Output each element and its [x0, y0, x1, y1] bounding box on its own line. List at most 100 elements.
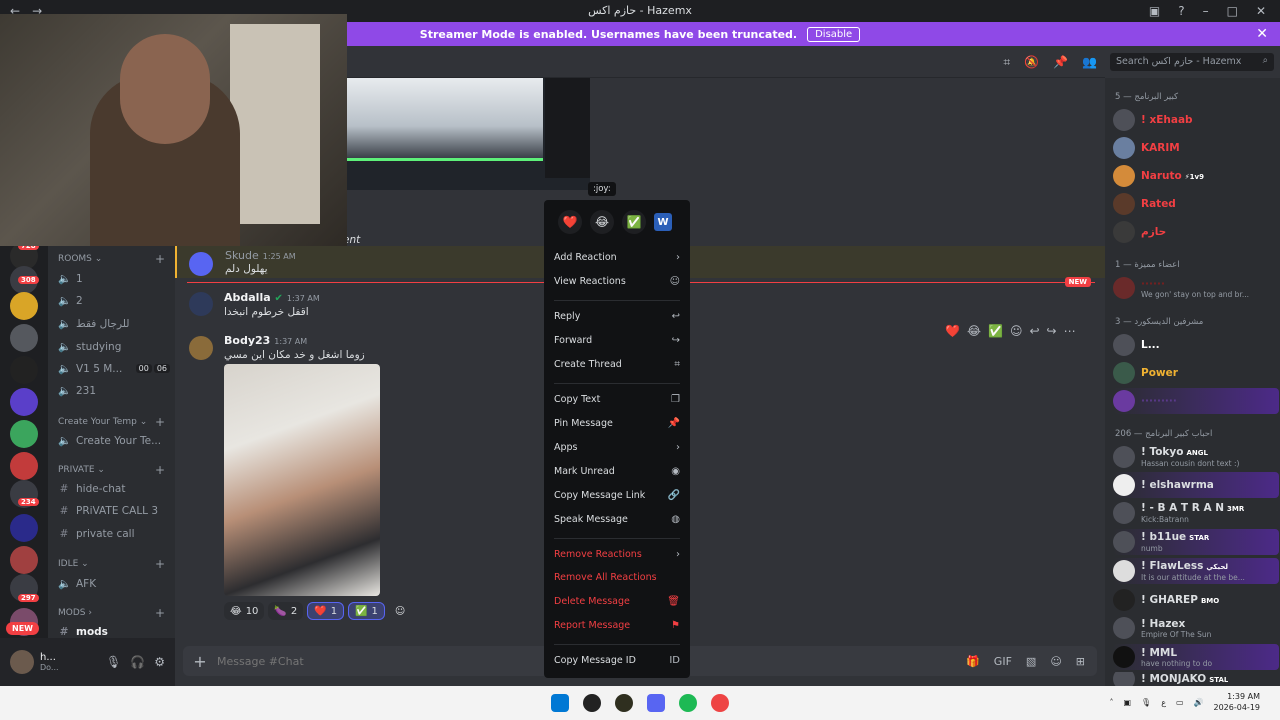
network-icon[interactable]: ▭ — [1176, 698, 1184, 707]
menu-view-reactions[interactable]: View Reactions ☺ — [554, 276, 680, 287]
app-icon[interactable] — [615, 694, 633, 712]
server-icon[interactable] — [10, 452, 38, 480]
voice-channel[interactable]: 🔈 1 — [58, 272, 170, 286]
avatar[interactable] — [10, 650, 34, 674]
chrome-app-icon[interactable] — [711, 694, 729, 712]
menu-report-message[interactable]: Report Message ⚑ — [554, 620, 680, 631]
start-menu-icon[interactable] — [551, 694, 569, 712]
add-channel-icon[interactable]: + — [155, 606, 165, 620]
member-item[interactable]: KARIM — [1113, 135, 1279, 161]
spotify-app-icon[interactable] — [679, 694, 697, 712]
mic-tray-icon[interactable]: 🎙 — [1141, 698, 1151, 707]
gif-icon[interactable]: GIF — [994, 655, 1012, 668]
more-options-icon[interactable]: ⋯ — [1064, 324, 1076, 338]
server-icon[interactable] — [10, 292, 38, 320]
language-icon[interactable]: ع — [1161, 698, 1166, 707]
settings-gear-icon[interactable]: ⚙ — [154, 655, 165, 669]
upload-plus-icon[interactable]: + — [183, 652, 217, 671]
member-item[interactable]: حازم — [1113, 219, 1279, 245]
avatar[interactable] — [189, 336, 213, 360]
obs-app-icon[interactable] — [583, 694, 601, 712]
menu-copy-message-id[interactable]: Copy Message ID ID — [554, 655, 680, 666]
emoji-icon[interactable]: ☺ — [1050, 655, 1061, 668]
menu-create-thread[interactable]: Create Thread ⌗ — [554, 359, 680, 370]
member-item[interactable]: ······ We gon' stay on top and br... — [1113, 275, 1279, 301]
gift-icon[interactable]: 🎁 — [966, 655, 980, 668]
pinned-messages-icon[interactable]: 📌 — [1053, 55, 1068, 70]
voice-channel[interactable]: 🔈 studying — [58, 340, 170, 354]
menu-mark-unread[interactable]: Mark Unread ◉ — [554, 466, 680, 477]
member-item[interactable]: ! FlawLess لحبكي It is our attitude at the… — [1113, 558, 1279, 584]
volume-icon[interactable]: 🔊 — [1194, 698, 1204, 707]
menu-remove-all-reactions[interactable]: Remove All Reactions — [554, 572, 680, 583]
category-temp[interactable]: Create Your Temp ⌄ — [58, 417, 147, 427]
member-item[interactable]: ! Hazex Empire Of The Sun — [1113, 615, 1279, 641]
apps-icon[interactable]: ⊞ — [1076, 655, 1085, 668]
clock[interactable]: 1:39 AM 2026-04-19 — [1214, 691, 1261, 713]
menu-reply[interactable]: Reply ↩ — [554, 311, 680, 322]
member-item[interactable]: ! MONJAKO STAL — [1113, 672, 1279, 686]
microphone-icon[interactable]: 🎙 — [106, 655, 121, 669]
member-item[interactable]: ! MML have nothing to do — [1113, 644, 1279, 670]
voice-channel[interactable]: 🔈 2 — [58, 294, 170, 308]
voice-channel[interactable]: 🔈 V1 5 M... 00 06 — [58, 362, 170, 375]
server-icon[interactable] — [10, 546, 38, 574]
add-channel-icon[interactable]: + — [155, 252, 165, 266]
server-icon[interactable] — [10, 420, 38, 448]
member-item[interactable]: ········· — [1113, 388, 1279, 414]
menu-copy-text[interactable]: Copy Text ❐ — [554, 394, 680, 405]
voice-channel[interactable]: 🔈 Create Your Te... — [58, 434, 170, 448]
menu-add-reaction[interactable]: Add Reaction › — [554, 252, 680, 263]
voice-channel[interactable]: 🔈 للرجال فقط — [58, 317, 170, 331]
category-private[interactable]: PRIVATE ⌄ — [58, 465, 105, 475]
reaction-pill[interactable]: ✅ 1 — [348, 602, 385, 620]
menu-copy-message-link[interactable]: Copy Message Link 🔗 — [554, 490, 680, 501]
close-window-icon[interactable]: ✕ — [1256, 4, 1266, 18]
text-channel-mods[interactable]: # mods — [58, 626, 170, 638]
member-item[interactable]: L... — [1113, 332, 1279, 358]
member-item[interactable]: ! xEhaab — [1113, 107, 1279, 133]
add-channel-icon[interactable]: + — [155, 557, 165, 571]
member-item[interactable]: ! Tokyo ANGL Hassan cousin dont text :) — [1113, 444, 1279, 470]
member-item[interactable]: Power — [1113, 360, 1279, 386]
heart-react-icon[interactable]: ❤️ — [945, 324, 960, 338]
server-icon[interactable] — [10, 514, 38, 542]
inbox-icon[interactable]: ▣ — [1149, 4, 1160, 18]
tray-app-icon[interactable]: ▣ — [1123, 698, 1131, 707]
text-channel[interactable]: # hide-chat — [58, 483, 170, 495]
text-channel[interactable]: # private call — [58, 528, 170, 540]
voice-channel[interactable]: 🔈 AFK — [58, 577, 170, 591]
reaction-pill[interactable]: 😂 10 — [224, 602, 265, 620]
member-item[interactable]: ! b11ue STAR numb — [1113, 529, 1279, 555]
member-item[interactable]: ! GHAREP BMO — [1113, 587, 1279, 613]
add-channel-icon[interactable]: + — [155, 463, 165, 477]
forward-icon[interactable]: ↪ — [1047, 324, 1057, 338]
member-list-icon[interactable]: 👥 — [1082, 55, 1097, 70]
category-rooms[interactable]: ROOMS ⌄ — [58, 254, 102, 264]
close-banner-icon[interactable]: ✕ — [1256, 26, 1268, 42]
w-emoji-icon[interactable]: W — [654, 213, 672, 231]
member-item[interactable]: Rated — [1113, 191, 1279, 217]
member-item[interactable]: ! - B A T R A N 3MR Kick:Batrann — [1113, 500, 1279, 526]
server-icon[interactable] — [10, 388, 38, 416]
text-channel[interactable]: # PRiVATE CALL 3 — [58, 505, 170, 517]
reaction-pill[interactable]: ❤️ 1 — [307, 602, 345, 620]
minimize-icon[interactable]: – — [1203, 4, 1209, 18]
menu-speak-message[interactable]: Speak Message ◍ — [554, 514, 680, 525]
menu-pin-message[interactable]: Pin Message 📌 — [554, 418, 680, 429]
joy-react-icon[interactable]: 😂 — [967, 324, 981, 338]
menu-remove-reactions[interactable]: Remove Reactions › — [554, 549, 680, 560]
category-idle[interactable]: IDLE ⌄ — [58, 559, 89, 569]
check-react-icon[interactable]: ✅ — [988, 324, 1003, 338]
member-item[interactable]: Naruto ⚡1v9 — [1113, 163, 1279, 189]
sticker-icon[interactable]: ▧ — [1026, 655, 1036, 668]
mute-notifications-icon[interactable]: 🔕 — [1024, 55, 1039, 70]
search-input[interactable]: Search حازم اكس - Hazemx ⌕ — [1110, 53, 1274, 71]
reply-icon[interactable]: ↩ — [1029, 324, 1039, 338]
check-emoji-icon[interactable]: ✅ — [622, 210, 646, 234]
help-icon[interactable]: ? — [1178, 4, 1184, 18]
headphones-icon[interactable]: 🎧 — [130, 655, 145, 669]
voice-channel[interactable]: 🔈 231 — [58, 384, 170, 398]
member-item[interactable]: ! elshawrma — [1113, 472, 1279, 498]
server-icon[interactable] — [10, 324, 38, 352]
